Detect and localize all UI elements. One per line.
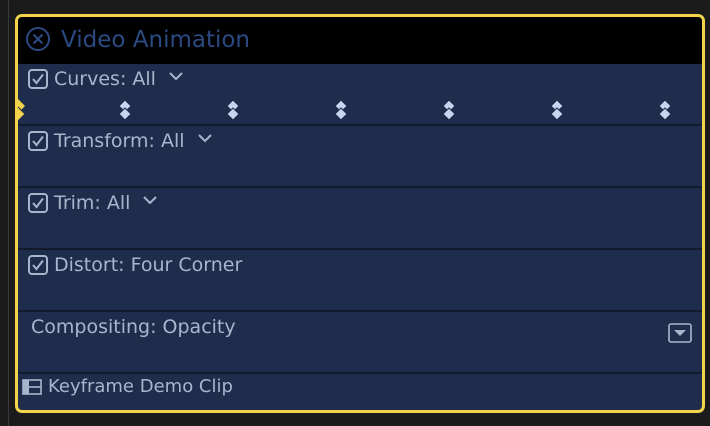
transform-checkbox[interactable] bbox=[28, 131, 48, 151]
clip-name: Keyframe Demo Clip bbox=[48, 376, 233, 397]
keyframe-icon[interactable] bbox=[334, 99, 348, 121]
edge-keyframe-icon[interactable] bbox=[15, 97, 27, 123]
clip-icon bbox=[22, 378, 42, 395]
trim-row-header: Trim: All bbox=[28, 191, 158, 215]
chevron-down-icon[interactable] bbox=[142, 194, 158, 206]
distort-checkbox[interactable] bbox=[28, 255, 48, 275]
keyframe-icon[interactable] bbox=[442, 99, 456, 121]
compositing-row: Compositing: Opacity bbox=[18, 312, 702, 374]
curves-row-header: Curves: All bbox=[28, 67, 184, 91]
curves-label: Curves: All bbox=[54, 68, 156, 90]
distort-row-header: Distort: Four Corner bbox=[28, 253, 242, 277]
video-animation-panel: Video Animation Curves: All Transform: A… bbox=[15, 14, 705, 413]
distort-label: Distort: Four Corner bbox=[54, 254, 243, 276]
compositing-row-header: Compositing: Opacity bbox=[31, 315, 236, 339]
transform-row-header: Transform: All bbox=[28, 129, 213, 153]
keyframe-icon[interactable] bbox=[226, 99, 240, 121]
panel-title: Video Animation bbox=[61, 27, 251, 53]
timeline-playhead-line bbox=[8, 0, 9, 426]
trim-checkbox[interactable] bbox=[28, 193, 48, 213]
curves-checkbox[interactable] bbox=[28, 69, 48, 89]
trim-label: Trim: All bbox=[54, 192, 131, 214]
chevron-down-icon[interactable] bbox=[168, 70, 184, 82]
clip-title: Keyframe Demo Clip bbox=[22, 376, 233, 397]
menu-popup-icon[interactable] bbox=[668, 323, 692, 343]
keyframe-icon[interactable] bbox=[658, 99, 672, 121]
panel-titlebar: Video Animation bbox=[18, 17, 702, 64]
distort-row: Distort: Four Corner bbox=[18, 250, 702, 312]
close-icon[interactable] bbox=[25, 26, 51, 52]
keyframe-icon[interactable] bbox=[550, 99, 564, 121]
trim-row: Trim: All bbox=[18, 188, 702, 250]
transform-label: Transform: All bbox=[54, 130, 185, 152]
clip-footer[interactable]: Keyframe Demo Clip bbox=[18, 374, 702, 410]
chevron-down-icon[interactable] bbox=[197, 132, 213, 144]
compositing-label: Compositing: Opacity bbox=[31, 316, 236, 338]
keyframe-icon[interactable] bbox=[118, 99, 132, 121]
transform-row: Transform: All bbox=[18, 126, 702, 188]
